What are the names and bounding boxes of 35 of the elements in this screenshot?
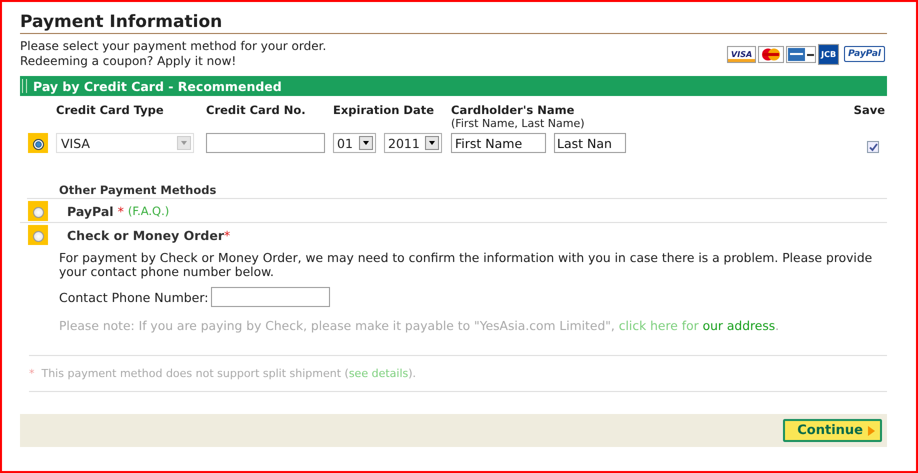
column-header: Save bbox=[854, 103, 885, 117]
jcb-logo: JCB bbox=[818, 44, 840, 64]
first-name-field[interactable]: First Name bbox=[451, 133, 546, 153]
page-title: Payment Information bbox=[20, 12, 887, 34]
section-subtitle: Other Payment Methods bbox=[59, 183, 216, 197]
paypal-logo: PayPal bbox=[844, 46, 885, 62]
column-header: Credit Card No. bbox=[206, 103, 307, 117]
last-name-field[interactable]: Last Nan bbox=[554, 133, 626, 153]
column-header: Cardholder's Name bbox=[451, 103, 576, 117]
section-header: Pay by Credit Card - Recommended bbox=[20, 76, 887, 96]
month-select[interactable]: 01 bbox=[333, 133, 376, 153]
card-logo-icon bbox=[758, 46, 784, 62]
card-type-select[interactable]: VISA bbox=[56, 133, 194, 153]
continue-button[interactable]: Continue bbox=[783, 419, 882, 442]
phone-field[interactable] bbox=[210, 287, 330, 307]
save-checkbox[interactable] bbox=[867, 141, 879, 153]
radio-button[interactable] bbox=[32, 230, 44, 242]
method-label: PayPal * bbox=[67, 204, 124, 218]
phone-label: Contact Phone Number: bbox=[59, 290, 209, 304]
year-select[interactable]: 2011 bbox=[384, 133, 442, 153]
check-info-text: For payment by Check or Money Order, we may need to confirm the information with you in case there is a problem. Please provide your contact phone number below. bbox=[59, 251, 874, 279]
card-logo-icon bbox=[786, 46, 816, 62]
radio-button[interactable] bbox=[32, 206, 44, 218]
radio-button[interactable] bbox=[32, 138, 44, 150]
column-header: Expiration Date bbox=[333, 103, 436, 117]
note-text: Please note: If you are paying by Check, please make it payable to "YesAsia.com Limited", click here for our address. bbox=[59, 319, 780, 333]
intro-text: Please select your payment method for your order. bbox=[20, 39, 326, 54]
visa-logo: VISA bbox=[727, 46, 756, 62]
footnote-text: * This payment method does not support split shipment (see details). bbox=[29, 355, 887, 392]
arrow-icon bbox=[868, 426, 875, 436]
column-header: Credit Card Type bbox=[56, 103, 165, 117]
method-label: Check or Money Order* bbox=[67, 228, 230, 242]
intro-text: Redeeming a coupon? Apply it now! bbox=[20, 54, 238, 69]
card-number-field[interactable] bbox=[206, 133, 325, 153]
column-note: (First Name, Last Name) bbox=[451, 117, 586, 130]
